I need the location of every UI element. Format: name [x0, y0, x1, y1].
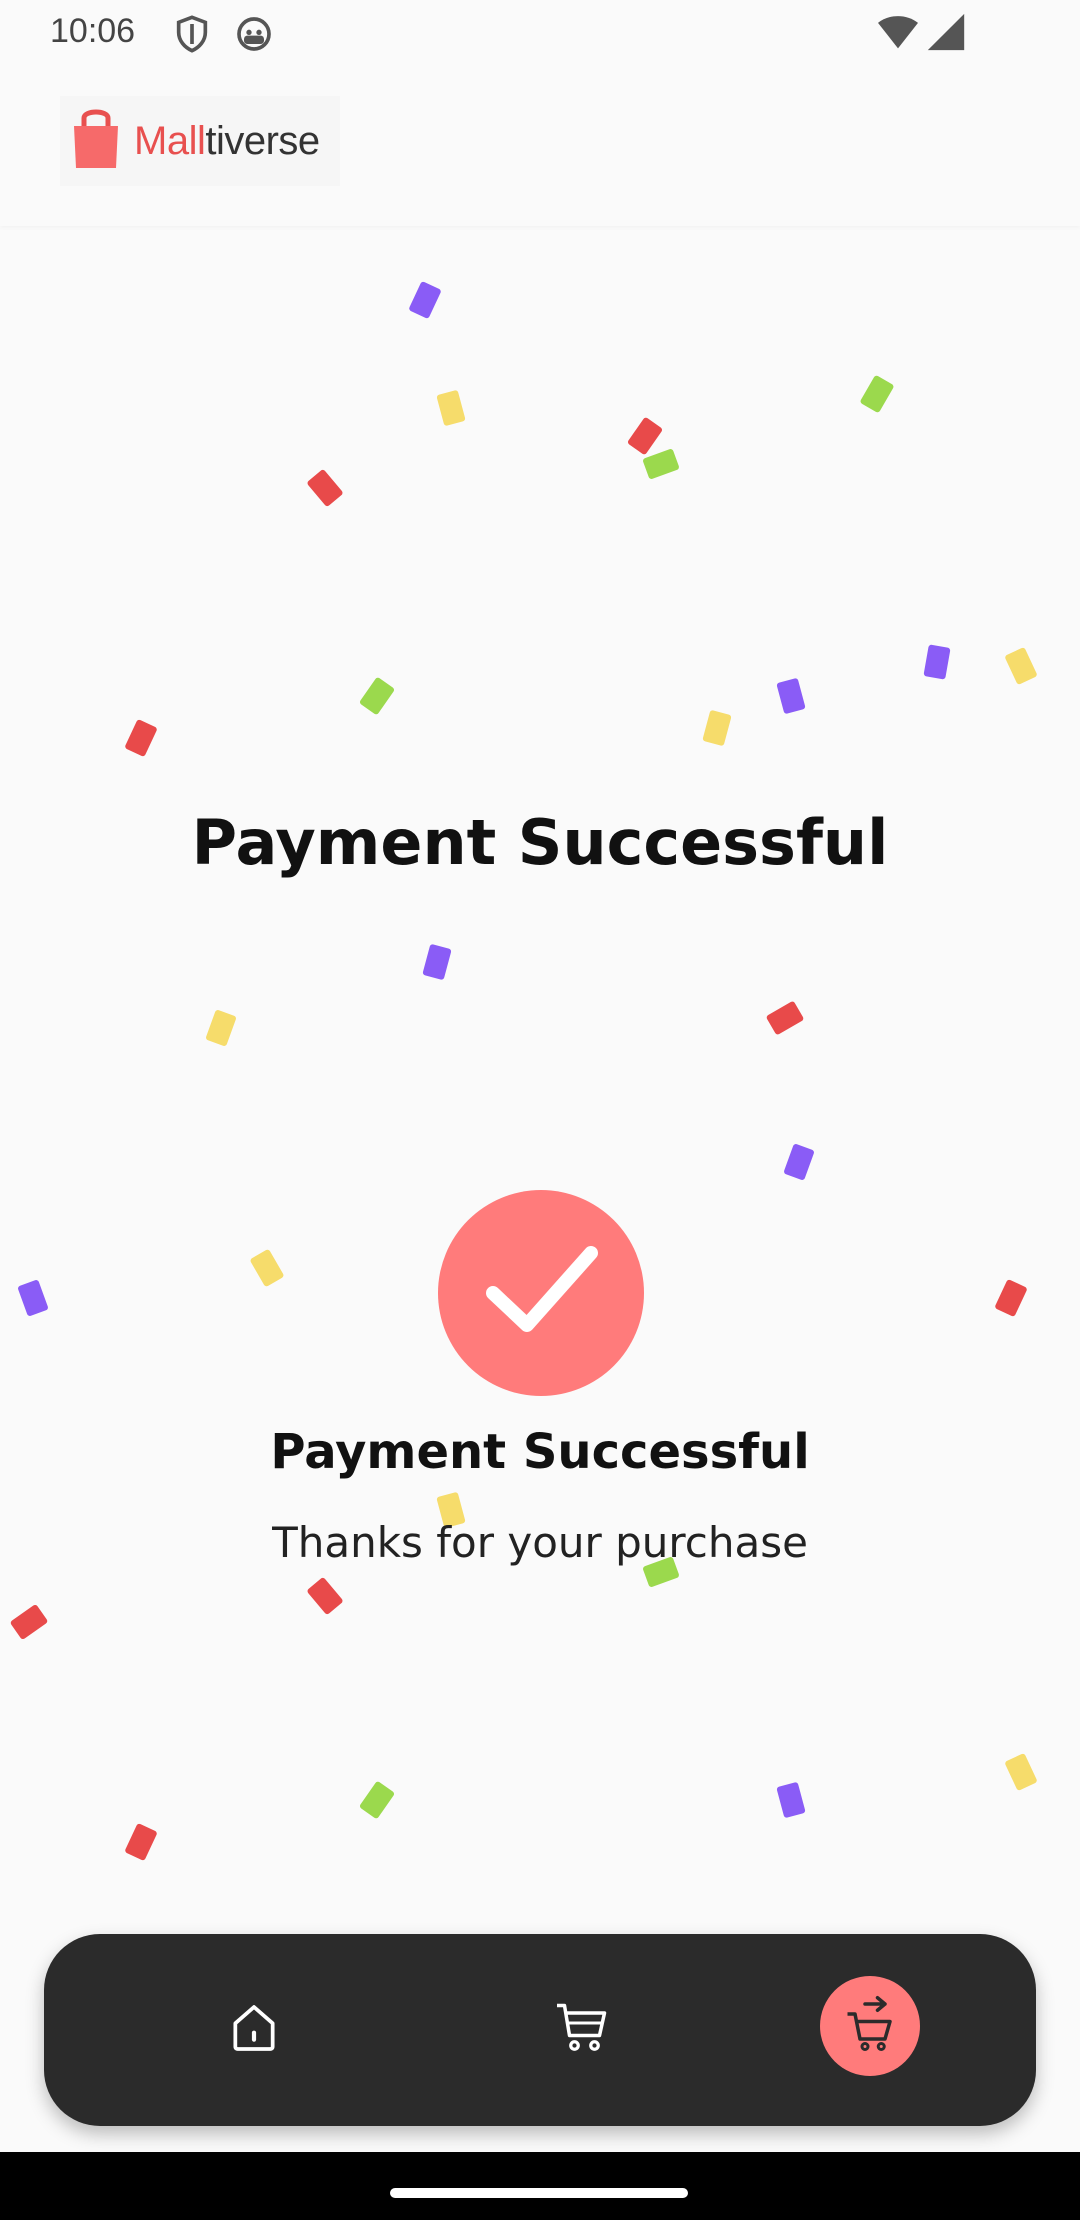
confetti-piece: [306, 468, 344, 508]
confetti-piece: [923, 644, 951, 680]
confetti-piece: [642, 448, 680, 480]
shopping-bag-icon: [70, 106, 122, 176]
status-bar: 10:06: [0, 0, 1080, 66]
shield-icon: [172, 14, 212, 58]
system-navigation-bar: [0, 2152, 1080, 2220]
confetti-piece: [358, 1780, 396, 1820]
nav-home-button[interactable]: [204, 1980, 304, 2080]
cart-icon: [552, 1998, 612, 2062]
confetti-piece: [124, 1822, 158, 1862]
confetti-piece: [249, 1248, 285, 1288]
confetti-piece: [702, 709, 732, 747]
nav-cart-button[interactable]: [532, 1980, 632, 2080]
app-header: Malltiverse: [0, 66, 1080, 226]
confetti-piece: [1004, 1752, 1038, 1792]
confetti-piece: [776, 1781, 806, 1819]
confirmation-subtitle: Thanks for your purchase: [272, 1518, 808, 1567]
logo-text: Malltiverse: [134, 119, 320, 164]
confetti-piece: [408, 280, 442, 320]
nav-checkout-button[interactable]: [820, 1976, 920, 2076]
confetti-piece: [306, 1576, 344, 1616]
logo-text-accent: Mall: [134, 118, 206, 163]
confetti-piece: [859, 374, 895, 414]
confetti-piece: [358, 676, 396, 716]
page-title: Payment Successful: [191, 806, 889, 879]
confetti-piece: [422, 943, 452, 981]
cell-signal-icon: [926, 12, 966, 56]
confetti-piece: [205, 1009, 237, 1047]
checkout-cart-icon: [840, 1994, 900, 2058]
confetti-piece: [124, 718, 158, 758]
malltiverse-logo[interactable]: Malltiverse: [60, 96, 340, 186]
wifi-icon: [876, 12, 920, 56]
confetti-piece: [9, 1603, 49, 1641]
confetti-piece: [17, 1279, 49, 1317]
logo-text-rest: tiverse: [205, 118, 320, 163]
bottom-navigation: [44, 1934, 1036, 2126]
confetti-piece: [776, 677, 806, 715]
android-face-icon: [234, 14, 274, 58]
confetti-piece: [626, 416, 664, 456]
home-gesture-indicator[interactable]: [390, 2188, 688, 2198]
confetti-piece: [436, 389, 466, 427]
home-icon: [226, 2000, 282, 2060]
success-check-badge: [438, 1190, 644, 1396]
confetti-piece: [994, 1278, 1028, 1318]
confirmation-title: Payment Successful: [270, 1424, 810, 1480]
confetti-piece: [783, 1143, 815, 1181]
status-time: 10:06: [50, 12, 136, 50]
confetti-piece: [765, 1000, 805, 1036]
confetti-background: [0, 0, 1080, 2220]
confetti-piece: [1004, 646, 1038, 686]
checkmark-icon: [481, 1241, 601, 1345]
